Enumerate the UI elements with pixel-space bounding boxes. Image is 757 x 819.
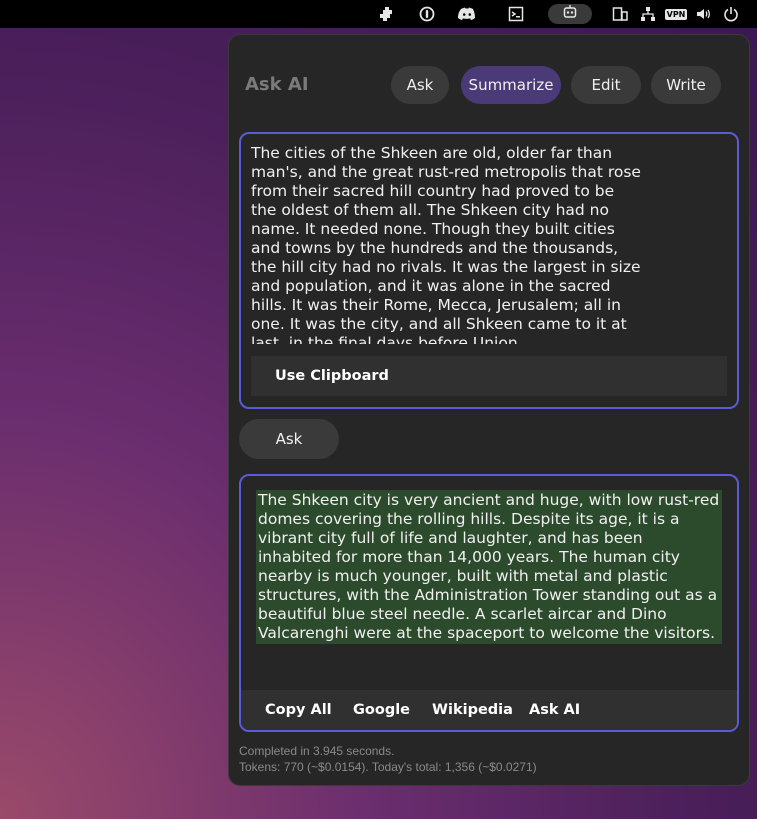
input-textarea[interactable]: The cities of the Shkeen are old, older … — [251, 144, 661, 344]
use-clipboard-button[interactable]: Use Clipboard — [251, 356, 727, 396]
ask-button[interactable]: Ask — [239, 419, 339, 459]
robot-indicator[interactable] — [548, 4, 592, 24]
wikipedia-button[interactable]: Wikipedia — [432, 690, 513, 730]
mode-write-button[interactable]: Write — [651, 66, 721, 104]
input-box: The cities of the Shkeen are old, older … — [239, 132, 739, 409]
vpn-icon[interactable]: VPN — [664, 4, 688, 24]
output-action-bar: Copy All Google Wikipedia Ask AI — [241, 690, 737, 730]
mode-ask-button[interactable]: Ask — [391, 66, 449, 104]
network-icon[interactable] — [638, 4, 658, 24]
power-icon[interactable] — [721, 4, 741, 24]
display-icon[interactable] — [610, 4, 630, 24]
mode-summarize-button[interactable]: Summarize — [461, 66, 561, 104]
mode-edit-button[interactable]: Edit — [571, 66, 641, 104]
vpn-label: VPN — [664, 8, 688, 20]
puzzle-icon[interactable] — [377, 4, 397, 24]
onepassword-icon[interactable] — [417, 4, 437, 24]
robot-icon — [562, 4, 578, 24]
output-box: The Shkeen city is very ancient and huge… — [239, 474, 739, 732]
copy-all-button[interactable]: Copy All — [265, 690, 332, 730]
status-tokens: Tokens: 770 (~$0.0154). Today's total: 1… — [239, 760, 537, 774]
screenshot-icon[interactable] — [506, 4, 526, 24]
ask-ai-button[interactable]: Ask AI — [529, 690, 580, 730]
system-top-bar: VPN — [0, 0, 757, 28]
output-text[interactable]: The Shkeen city is very ancient and huge… — [256, 490, 722, 644]
ask-ai-panel: Ask AI Ask Summarize Edit Write The citi… — [228, 34, 750, 786]
discord-icon[interactable] — [457, 4, 477, 24]
volume-icon[interactable] — [693, 4, 713, 24]
google-button[interactable]: Google — [353, 690, 410, 730]
status-completed: Completed in 3.945 seconds. — [239, 744, 395, 758]
panel-title: Ask AI — [245, 74, 309, 95]
